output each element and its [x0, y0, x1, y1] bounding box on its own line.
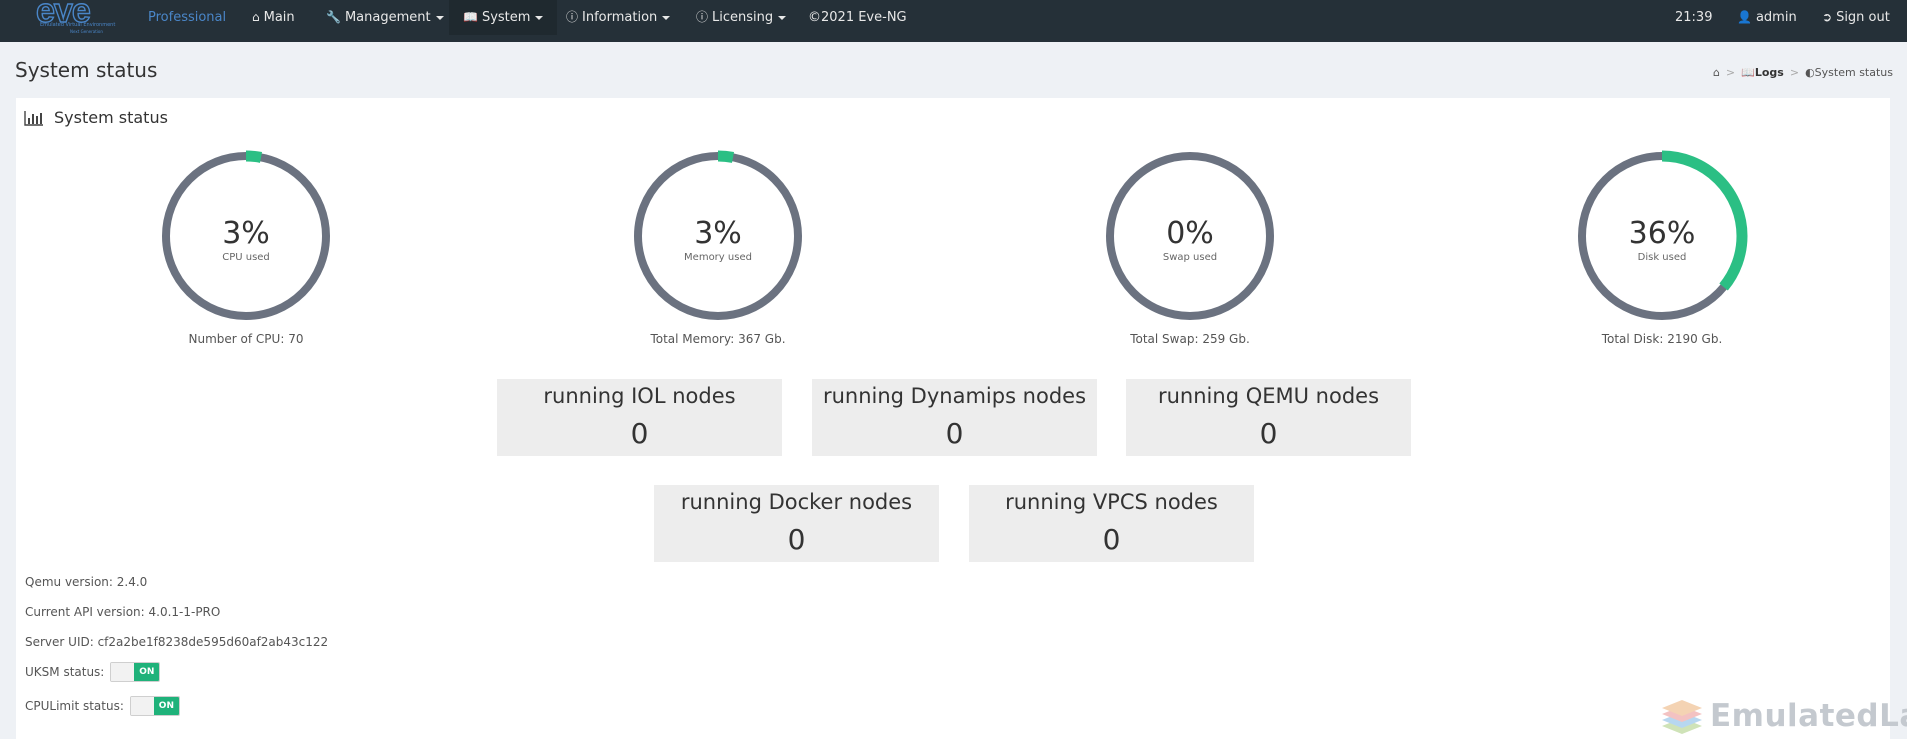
toggle-knob — [130, 697, 156, 715]
disk-percent: 36% — [1628, 216, 1696, 251]
caret-down-icon — [535, 15, 544, 20]
user-name: admin — [1755, 10, 1797, 25]
cpulimit-toggle[interactable]: ON — [129, 696, 180, 716]
uksm-status-row: UKSM status: ON — [25, 662, 161, 682]
nav-main-label: Main — [263, 10, 295, 25]
uksm-toggle-state: ON — [134, 663, 160, 681]
logs-book-icon: 📖 — [1741, 66, 1755, 79]
contrast-icon: ◐ — [1805, 66, 1815, 79]
disk-total: Total Disk: 2190 Gb. — [1601, 332, 1723, 346]
watermark-text: EmulatedLab — [1710, 698, 1907, 734]
nav-system[interactable]: 📖 System — [449, 0, 558, 35]
logo-subtitle-2: Next Generation — [70, 29, 103, 34]
toggle-knob — [111, 663, 137, 681]
emulatedlab-watermark: EmulatedLab — [1660, 696, 1907, 736]
nav-system-label: System — [481, 10, 531, 25]
uksm-toggle[interactable]: ON — [110, 662, 161, 682]
signout-button[interactable]: ➲ Sign out — [1822, 0, 1890, 35]
docker-nodes-box: running Docker nodes 0 — [654, 485, 939, 562]
eve-logo[interactable]: eve Emulated Virtual Environment Next Ge… — [30, 0, 116, 36]
cpulimit-status-row: CPULimit status: ON — [25, 696, 180, 716]
nav-information-label: Information — [582, 10, 658, 25]
qemu-nodes-box: running QEMU nodes 0 — [1126, 379, 1411, 456]
info-circle-icon: ⓘ — [696, 10, 709, 24]
edition-label: Professional — [148, 10, 227, 25]
caret-down-icon — [435, 15, 444, 20]
top-navbar: eve Emulated Virtual Environment Next Ge… — [0, 0, 1907, 42]
home-icon: ⌂ — [252, 10, 260, 24]
swap-label: Swap used — [1162, 252, 1218, 263]
nav-management-label: Management — [344, 10, 431, 25]
breadcrumb-current: System status — [1814, 66, 1893, 79]
breadcrumb-logs[interactable]: Logs — [1755, 66, 1784, 79]
panel-title: System status — [54, 108, 168, 127]
iol-nodes-box: running IOL nodes 0 — [497, 379, 782, 456]
iol-nodes-count: 0 — [630, 417, 649, 450]
caret-down-icon — [662, 15, 671, 20]
copyright-text: ©2021 Eve-NG — [808, 10, 907, 25]
swap-total: Total Swap: 259 Gb. — [1130, 332, 1250, 346]
page-title: System status — [15, 58, 158, 82]
panel-header: System status — [24, 108, 168, 127]
memory-gauge: 3% Memory used — [632, 150, 804, 322]
cpu-percent: 3% — [222, 216, 270, 251]
signout-label: Sign out — [1836, 10, 1890, 25]
home-icon[interactable]: ⌂ — [1713, 66, 1720, 79]
swap-gauge: 0% Swap used — [1104, 150, 1276, 322]
nav-management[interactable]: 🔧 Management — [326, 0, 444, 35]
uksm-status-label: UKSM status: — [25, 665, 105, 679]
signout-icon: ➲ — [1822, 10, 1833, 24]
cpu-total: Number of CPU: 70 — [188, 332, 304, 346]
swap-percent: 0% — [1166, 216, 1214, 251]
cpulimit-status-label: CPULimit status: — [25, 699, 124, 713]
disk-label: Disk used — [1637, 252, 1687, 263]
nav-main[interactable]: ⌂ Main — [252, 0, 295, 35]
docker-nodes-count: 0 — [787, 523, 806, 556]
cpu-gauge: 3% CPU used — [160, 150, 332, 322]
disk-gauge: 36% Disk used — [1576, 150, 1748, 322]
nav-licensing[interactable]: ⓘ Licensing — [696, 0, 787, 35]
api-version: Current API version: 4.0.1-1-PRO — [25, 605, 221, 619]
nav-information[interactable]: ⓘ Information — [566, 0, 671, 35]
cpulimit-toggle-state: ON — [153, 697, 179, 715]
qemu-version: Qemu version: 2.4.0 — [25, 575, 148, 589]
logo-subtitle: Emulated Virtual Environment — [40, 22, 116, 28]
memory-label: Memory used — [684, 252, 752, 263]
memory-total: Total Memory: 367 Gb. — [650, 332, 786, 346]
bar-chart-icon — [24, 110, 43, 126]
user-icon: 👤 — [1737, 10, 1752, 24]
vpcs-nodes-label: running VPCS nodes — [1005, 490, 1218, 514]
user-menu[interactable]: 👤 admin — [1737, 0, 1797, 35]
server-uid: Server UID: cf2a2be1f8238de595d60af2ab43… — [25, 635, 329, 649]
dynamips-nodes-label: running Dynamips nodes — [822, 384, 1087, 408]
clock-time: 21:39 — [1675, 10, 1713, 25]
wrench-icon: 🔧 — [326, 10, 341, 24]
qemu-nodes-count: 0 — [1259, 417, 1278, 450]
info-circle-icon: ⓘ — [566, 10, 579, 24]
iol-nodes-label: running IOL nodes — [543, 384, 736, 408]
breadcrumb: ⌂ > 📖Logs > ◐System status — [1712, 66, 1893, 79]
qemu-nodes-label: running QEMU nodes — [1157, 384, 1380, 408]
docker-nodes-label: running Docker nodes — [680, 490, 913, 514]
layers-logo-icon — [1662, 700, 1702, 734]
vpcs-nodes-count: 0 — [1102, 523, 1121, 556]
cpu-label: CPU used — [222, 252, 270, 263]
dynamips-nodes-count: 0 — [945, 417, 964, 450]
vpcs-nodes-box: running VPCS nodes 0 — [969, 485, 1254, 562]
nav-licensing-label: Licensing — [712, 10, 774, 25]
memory-percent: 3% — [694, 216, 742, 251]
dynamips-nodes-box: running Dynamips nodes 0 — [812, 379, 1097, 456]
book-icon: 📖 — [463, 10, 478, 24]
caret-down-icon — [778, 15, 787, 20]
